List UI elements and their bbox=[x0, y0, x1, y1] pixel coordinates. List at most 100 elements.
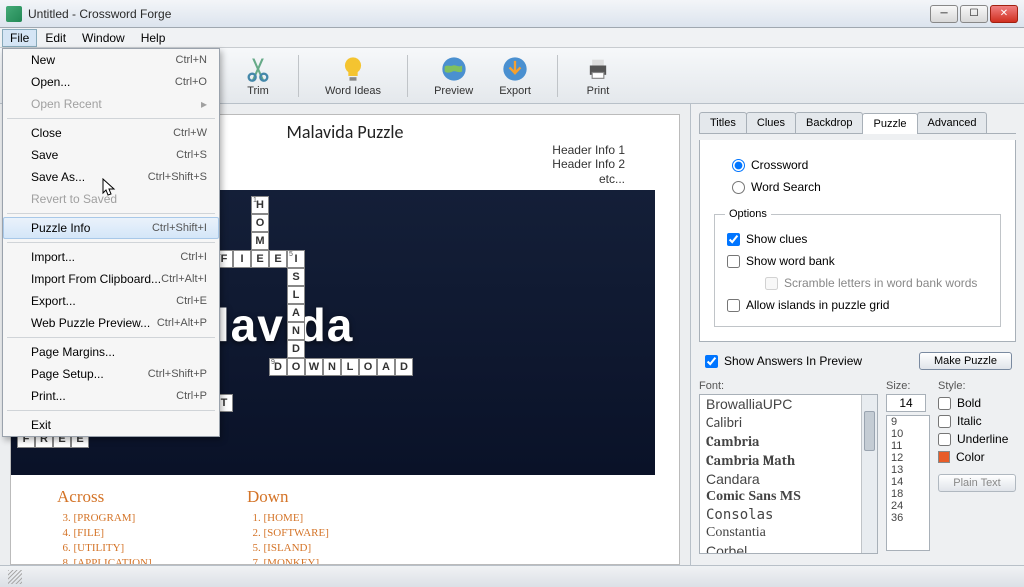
menu-page-margins[interactable]: Page Margins... bbox=[3, 341, 219, 363]
menu-exit[interactable]: Exit bbox=[3, 414, 219, 436]
font-item[interactable]: Calibri bbox=[700, 413, 877, 432]
grid-cell: D bbox=[287, 340, 305, 358]
clue-item: 3. [PROGRAM] bbox=[57, 511, 217, 526]
menu-export[interactable]: Export...Ctrl+E bbox=[3, 290, 219, 312]
font-label: Font: bbox=[699, 380, 878, 392]
font-item[interactable]: Cambria bbox=[700, 432, 877, 451]
menu-web-preview[interactable]: Web Puzzle Preview...Ctrl+Alt+P bbox=[3, 312, 219, 334]
chk-islands[interactable] bbox=[727, 299, 740, 312]
font-item[interactable]: Cambria Math bbox=[700, 451, 877, 470]
radio-wordsearch[interactable] bbox=[732, 181, 745, 194]
across-heading: Across bbox=[57, 487, 217, 507]
globe-preview-icon bbox=[440, 55, 468, 83]
clue-item: 7. [MONKEY] bbox=[247, 556, 329, 565]
size-item[interactable]: 36 bbox=[887, 512, 929, 524]
clue-item: 8. [APPLICATION] bbox=[57, 556, 217, 565]
menu-edit[interactable]: Edit bbox=[37, 29, 74, 47]
tab-titles[interactable]: Titles bbox=[699, 112, 747, 133]
down-heading: Down bbox=[247, 487, 329, 507]
menu-file[interactable]: File bbox=[2, 29, 37, 47]
color-swatch[interactable] bbox=[938, 451, 950, 463]
toolbar-separator bbox=[557, 55, 558, 97]
menu-help[interactable]: Help bbox=[133, 29, 174, 47]
font-item[interactable]: BrowalliaUPC bbox=[700, 395, 877, 413]
size-input[interactable] bbox=[886, 394, 926, 412]
tab-backdrop[interactable]: Backdrop bbox=[795, 112, 863, 133]
menu-close[interactable]: CloseCtrl+W bbox=[3, 122, 219, 144]
chk-showanswers[interactable] bbox=[705, 355, 718, 368]
chk-showclues[interactable] bbox=[727, 233, 740, 246]
title-bar: Untitled - Crossword Forge ─ ☐ ✕ bbox=[0, 0, 1024, 28]
grid-cell: N bbox=[287, 322, 305, 340]
file-menu-dropdown: NewCtrl+N Open...Ctrl+O Open Recent▸ Clo… bbox=[2, 48, 220, 437]
globe-export-icon bbox=[501, 55, 529, 83]
font-panel: Font: BrowalliaUPCCalibriCambriaCambria … bbox=[699, 380, 1016, 565]
grid-cell: N bbox=[323, 358, 341, 376]
chk-showbank[interactable] bbox=[727, 255, 740, 268]
clue-item: 2. [SOFTWARE] bbox=[247, 526, 329, 541]
grid-cell: O bbox=[287, 358, 305, 376]
size-label: Size: bbox=[886, 380, 930, 392]
minimize-button[interactable]: ─ bbox=[930, 5, 958, 23]
grid-cell: A bbox=[377, 358, 395, 376]
grid-cell: L bbox=[287, 286, 305, 304]
property-tabs: Titles Clues Backdrop Puzzle Advanced bbox=[699, 112, 1016, 134]
grid-cell: D bbox=[395, 358, 413, 376]
size-item[interactable]: 12 bbox=[887, 452, 929, 464]
grid-cell: D9 bbox=[269, 358, 287, 376]
grid-cell: W bbox=[305, 358, 323, 376]
size-list[interactable]: 91011121314182436 bbox=[886, 415, 930, 551]
radio-crossword[interactable] bbox=[732, 159, 745, 172]
menu-window[interactable]: Window bbox=[74, 29, 133, 47]
menu-print[interactable]: Print...Ctrl+P bbox=[3, 385, 219, 407]
chk-bold[interactable] bbox=[938, 397, 951, 410]
scrollbar[interactable] bbox=[861, 395, 877, 553]
trim-button[interactable]: Trim bbox=[240, 53, 276, 99]
size-item[interactable]: 13 bbox=[887, 464, 929, 476]
menu-puzzle-info[interactable]: Puzzle InfoCtrl+Shift+I bbox=[3, 217, 219, 239]
options-fieldset: Options Show clues Show word bank Scramb… bbox=[714, 208, 1001, 327]
wordideas-label: Word Ideas bbox=[325, 85, 381, 97]
menu-bar: File Edit Window Help bbox=[0, 28, 1024, 48]
menu-import[interactable]: Import...Ctrl+I bbox=[3, 246, 219, 268]
plain-text-button[interactable]: Plain Text bbox=[938, 474, 1016, 492]
font-list[interactable]: BrowalliaUPCCalibriCambriaCambria MathCa… bbox=[699, 394, 878, 554]
menu-open[interactable]: Open...Ctrl+O bbox=[3, 71, 219, 93]
menu-save[interactable]: SaveCtrl+S bbox=[3, 144, 219, 166]
window-title: Untitled - Crossword Forge bbox=[28, 7, 930, 21]
export-button[interactable]: Export bbox=[495, 53, 535, 99]
tab-clues[interactable]: Clues bbox=[746, 112, 796, 133]
size-item[interactable]: 11 bbox=[887, 440, 929, 452]
font-item[interactable]: Candara bbox=[700, 470, 877, 488]
size-item[interactable]: 24 bbox=[887, 500, 929, 512]
make-puzzle-button[interactable]: Make Puzzle bbox=[919, 352, 1012, 370]
print-button[interactable]: Print bbox=[580, 53, 616, 99]
grid-cell: H1 bbox=[251, 196, 269, 214]
size-item[interactable]: 14 bbox=[887, 476, 929, 488]
font-item[interactable]: Constantia bbox=[700, 524, 877, 542]
preview-button[interactable]: Preview bbox=[430, 53, 477, 99]
grid-cell: I5 bbox=[287, 250, 305, 268]
size-item[interactable]: 10 bbox=[887, 428, 929, 440]
font-item[interactable]: Consolas bbox=[700, 506, 877, 524]
tab-advanced[interactable]: Advanced bbox=[917, 112, 988, 133]
menu-saveas[interactable]: Save As...Ctrl+Shift+S bbox=[3, 166, 219, 188]
menu-new[interactable]: NewCtrl+N bbox=[3, 49, 219, 71]
close-button[interactable]: ✕ bbox=[990, 5, 1018, 23]
clue-item: 1. [HOME] bbox=[247, 511, 329, 526]
font-item[interactable]: Comic Sans MS bbox=[700, 488, 877, 506]
chk-underline[interactable] bbox=[938, 433, 951, 446]
menu-page-setup[interactable]: Page Setup...Ctrl+Shift+P bbox=[3, 363, 219, 385]
grid-cell: E bbox=[269, 250, 287, 268]
export-label: Export bbox=[499, 85, 531, 97]
bulb-icon bbox=[339, 55, 367, 83]
size-item[interactable]: 9 bbox=[887, 416, 929, 428]
wordideas-button[interactable]: Word Ideas bbox=[321, 53, 385, 99]
menu-import-clipboard[interactable]: Import From Clipboard...Ctrl+Alt+I bbox=[3, 268, 219, 290]
chk-italic[interactable] bbox=[938, 415, 951, 428]
clue-item: 5. [ISLAND] bbox=[247, 541, 329, 556]
tab-puzzle[interactable]: Puzzle bbox=[862, 113, 917, 134]
size-item[interactable]: 18 bbox=[887, 488, 929, 500]
maximize-button[interactable]: ☐ bbox=[960, 5, 988, 23]
font-item[interactable]: Corbel bbox=[700, 542, 877, 554]
